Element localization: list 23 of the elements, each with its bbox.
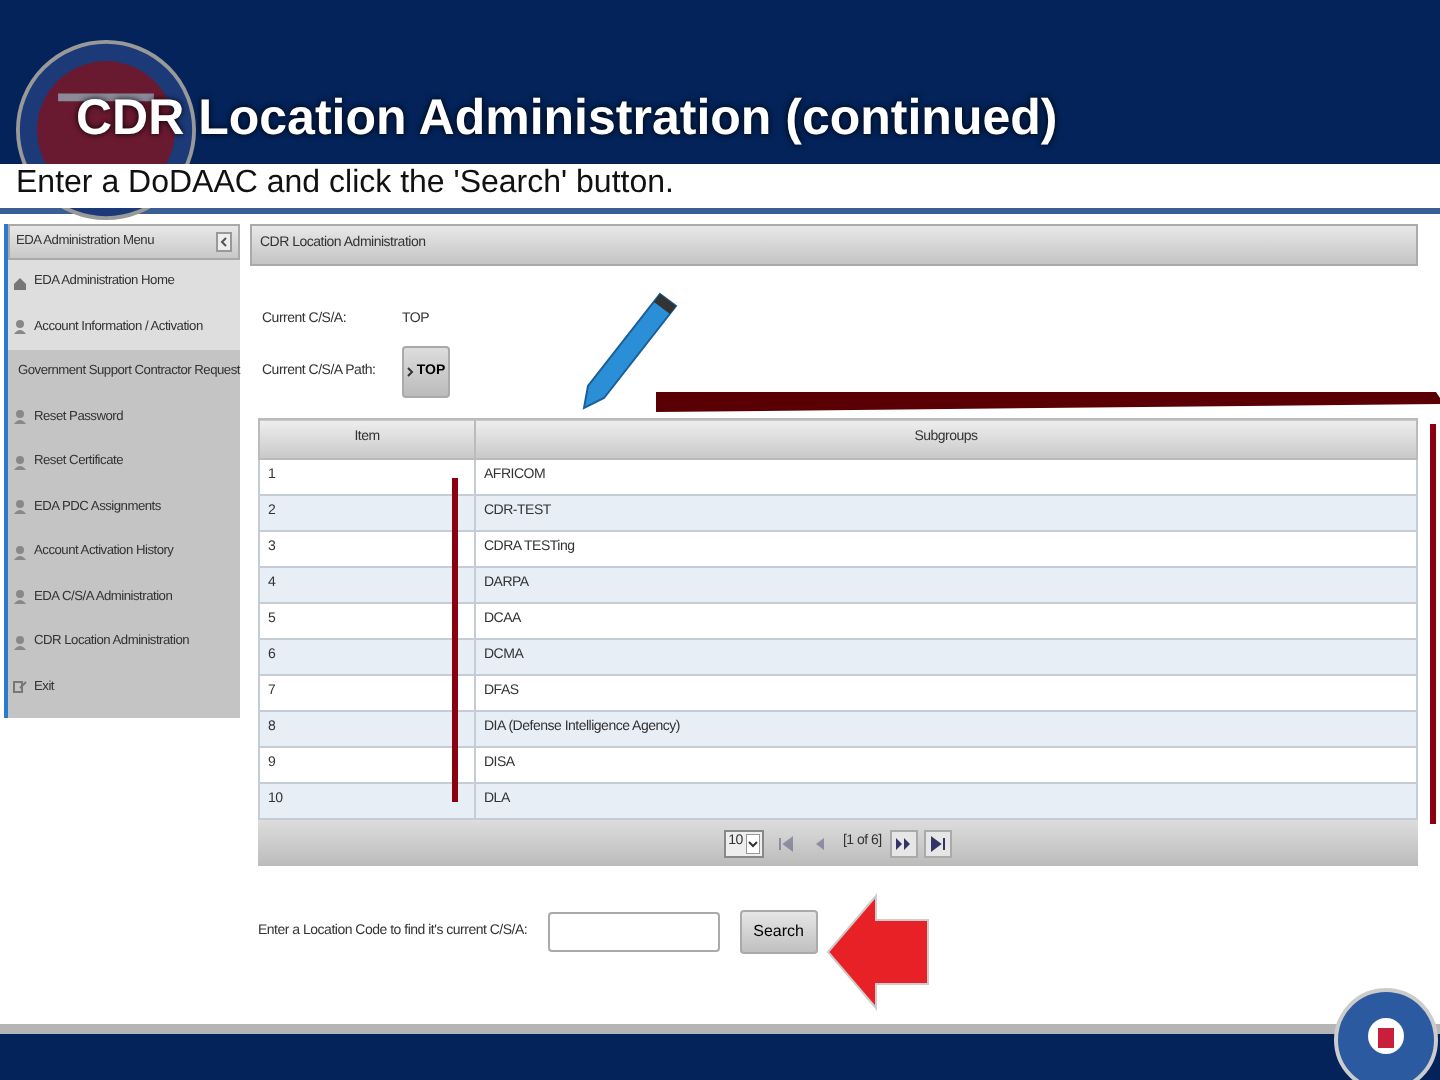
next-page-button[interactable] [889, 829, 918, 857]
last-page-icon [927, 833, 948, 853]
collapse-icon[interactable] [216, 232, 232, 252]
last-page-button[interactable] [923, 829, 952, 857]
person-icon [12, 633, 28, 652]
dropdown-icon [746, 833, 761, 853]
location-code-field[interactable] [547, 912, 720, 952]
person-icon [12, 408, 28, 427]
first-page-icon [776, 833, 797, 853]
left-arrow-icon [824, 892, 932, 1012]
seal-logo [1334, 988, 1438, 1080]
person-icon [12, 498, 28, 517]
pencil-icon [580, 288, 680, 412]
person-icon [12, 543, 28, 562]
search-button[interactable]: Search [739, 910, 818, 954]
person-icon [12, 318, 28, 337]
person-icon [12, 453, 28, 472]
slide-title: CDR Location Administration (continued) [76, 94, 1058, 144]
next-page-icon [893, 833, 914, 853]
person-icon [12, 588, 28, 607]
home-icon [12, 273, 28, 292]
exit-icon [12, 678, 28, 697]
chevron-icon [406, 366, 415, 378]
